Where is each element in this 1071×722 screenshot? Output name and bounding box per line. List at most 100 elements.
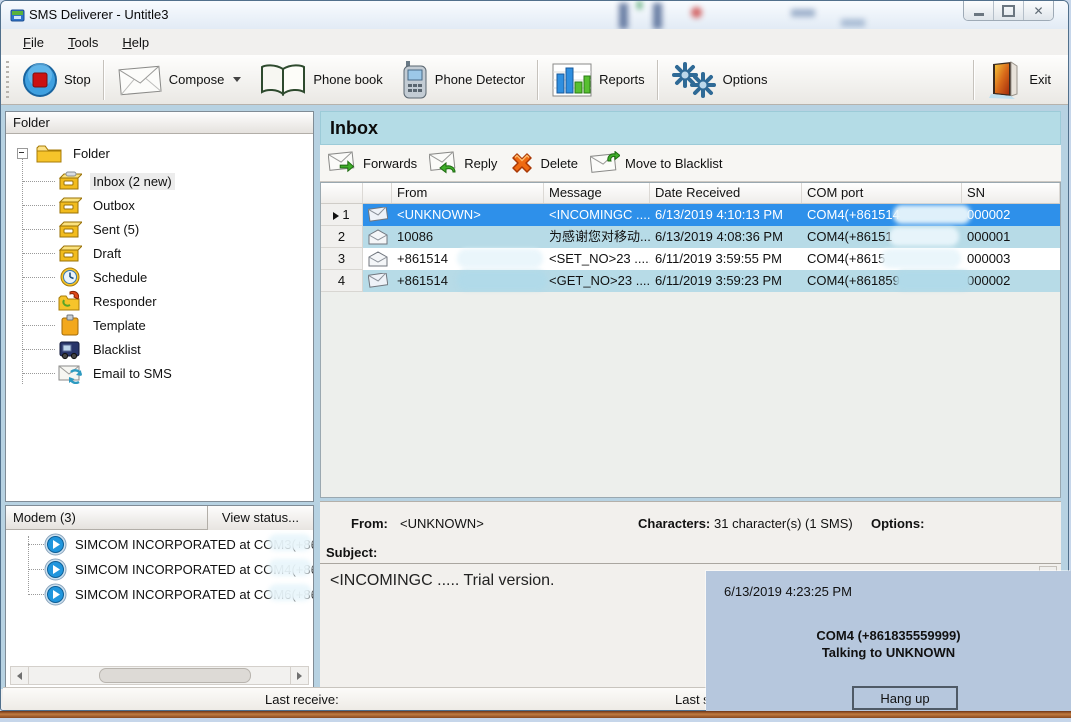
sidebar-item-label[interactable]: Blacklist: [90, 341, 144, 358]
col-com-port[interactable]: COM port: [802, 183, 962, 203]
reply-button[interactable]: Reply: [429, 151, 497, 175]
reports-button[interactable]: Reports: [542, 58, 654, 102]
menu-help[interactable]: Help: [110, 32, 161, 53]
folder-root-label[interactable]: Folder: [70, 145, 113, 162]
sidebar-item-email-to-sms[interactable]: Email to SMS: [58, 362, 175, 384]
scroll-right-button[interactable]: [290, 667, 308, 684]
inbox-action-bar: Forwards Reply Delete: [320, 145, 1061, 182]
forwards-button[interactable]: Forwards: [328, 151, 417, 175]
tree-line: [23, 181, 55, 182]
reports-icon: [551, 62, 593, 98]
menu-tools[interactable]: Tools: [56, 32, 110, 53]
menu-bar: File Tools Help: [1, 29, 1068, 55]
row-number: 3: [321, 248, 363, 270]
scroll-left-button[interactable]: [11, 667, 29, 684]
redaction-blur: [268, 559, 312, 576]
col-message[interactable]: Message: [544, 183, 650, 203]
tree-line: [23, 253, 55, 254]
col-rownum[interactable]: [321, 183, 363, 203]
sidebar-item-outbox[interactable]: Outbox: [58, 194, 138, 216]
minimize-icon: [974, 13, 984, 16]
row-number: 2: [321, 226, 363, 248]
sidebar-item-blacklist[interactable]: Blacklist: [58, 338, 144, 360]
hang-up-button[interactable]: Hang up: [852, 686, 958, 710]
phone-detector-button[interactable]: Phone Detector: [392, 58, 534, 102]
folder-tree-root[interactable]: Folder: [17, 142, 113, 164]
modem-list: SIMCOM INCORPORATED at COM3(+861514 SIMC…: [6, 530, 313, 663]
modem-horizontal-scrollbar[interactable]: [10, 666, 309, 685]
col-from[interactable]: From: [392, 183, 544, 203]
row-number: 1: [321, 204, 363, 226]
app-icon: [9, 6, 26, 26]
phonebook-button[interactable]: Phone book: [250, 58, 391, 102]
envelope-closed-icon: [363, 204, 392, 226]
subject-bar: Subject:: [320, 542, 1061, 564]
scroll-thumb[interactable]: [99, 668, 251, 683]
stop-button[interactable]: Stop: [13, 58, 100, 102]
sidebar-item-responder[interactable]: Responder: [58, 290, 160, 312]
last-receive-label: Last receive:: [265, 692, 339, 707]
maximize-button[interactable]: [994, 1, 1024, 20]
message-body-text: <INCOMINGC ..... Trial version.: [330, 572, 554, 590]
call-timestamp: 6/13/2019 4:23:25 PM: [724, 584, 852, 599]
options-button[interactable]: Options: [662, 58, 777, 102]
sidebar-item-label[interactable]: Email to SMS: [90, 365, 175, 382]
sidebar-item-label[interactable]: Inbox (2 new): [90, 173, 175, 190]
tree-line: [23, 373, 55, 374]
col-date-received[interactable]: Date Received: [650, 183, 802, 203]
sidebar-item-draft[interactable]: Draft: [58, 242, 124, 264]
col-icon[interactable]: [363, 183, 392, 203]
options-label: Options: [723, 72, 768, 87]
characters-value: 31 character(s) (1 SMS): [714, 516, 853, 531]
exit-button[interactable]: Exit: [978, 58, 1060, 102]
tree-line: [23, 205, 55, 206]
inbox-icon: [58, 170, 82, 192]
sidebar-item-schedule[interactable]: Schedule: [58, 266, 150, 288]
sidebar-item-label[interactable]: Outbox: [90, 197, 138, 214]
move-to-blacklist-label: Move to Blacklist: [625, 156, 723, 171]
cell-date: 6/13/2019 4:08:36 PM: [650, 226, 802, 248]
close-button[interactable]: ✕: [1024, 1, 1053, 20]
cell-from: 10086: [392, 226, 544, 248]
tree-line: [23, 349, 55, 350]
delete-button[interactable]: Delete: [509, 150, 578, 176]
move-to-blacklist-button[interactable]: Move to Blacklist: [590, 151, 723, 175]
sidebar-item-label[interactable]: Sent (5): [90, 221, 142, 238]
sidebar-item-template[interactable]: Template: [58, 314, 149, 336]
forwards-icon: [328, 151, 358, 175]
collapse-icon[interactable]: [17, 148, 28, 159]
table-row[interactable]: 4 +861514 <GET_NO>23 ....... 6/11/2019 3…: [321, 270, 1060, 292]
compose-button[interactable]: Compose: [108, 58, 251, 102]
view-status-label: View status...: [222, 510, 299, 525]
cell-sn: 000001: [962, 226, 1060, 248]
cell-message: <GET_NO>23 .......: [544, 270, 650, 292]
cell-date: 6/13/2019 4:10:13 PM: [650, 204, 802, 226]
minimize-button[interactable]: [964, 1, 994, 20]
play-icon: [44, 583, 67, 606]
titlebar-glass-artifact: [653, 3, 662, 29]
sidebar-item-label[interactable]: Schedule: [90, 269, 150, 286]
menu-file[interactable]: File: [11, 32, 56, 53]
table-row[interactable]: 1 <UNKNOWN> <INCOMINGC ...... 6/13/2019 …: [321, 204, 1060, 226]
window-title: SMS Deliverer - Untitle3: [29, 7, 168, 22]
table-row[interactable]: 2 10086 为感谢您对移动... 6/13/2019 4:08:36 PM …: [321, 226, 1060, 248]
scroll-track[interactable]: [29, 667, 290, 684]
redaction-blur: [895, 271, 971, 290]
sidebar-item-inbox[interactable]: Inbox (2 new): [58, 170, 175, 192]
outbox-icon: [58, 194, 82, 216]
col-sn[interactable]: SN: [962, 183, 1060, 203]
phone-detector-label: Phone Detector: [435, 72, 525, 87]
sidebar-item-sent[interactable]: Sent (5): [58, 218, 142, 240]
view-status-button[interactable]: View status...: [207, 506, 313, 530]
window-controls: ✕: [963, 1, 1054, 21]
sidebar-item-label[interactable]: Draft: [90, 245, 124, 262]
compose-dropdown-caret[interactable]: [233, 77, 241, 82]
toolbar-separator: [657, 60, 659, 100]
message-table: From Message Date Received COM port SN 1…: [320, 182, 1061, 498]
table-row[interactable]: 3 +861514 <SET_NO>23 ........ 6/11/2019 …: [321, 248, 1060, 270]
options-label: Options:: [871, 516, 924, 531]
redaction-blur: [457, 249, 543, 268]
cell-message: <SET_NO>23 ........: [544, 248, 650, 270]
sidebar-item-label[interactable]: Responder: [90, 293, 160, 310]
sidebar-item-label[interactable]: Template: [90, 317, 149, 334]
